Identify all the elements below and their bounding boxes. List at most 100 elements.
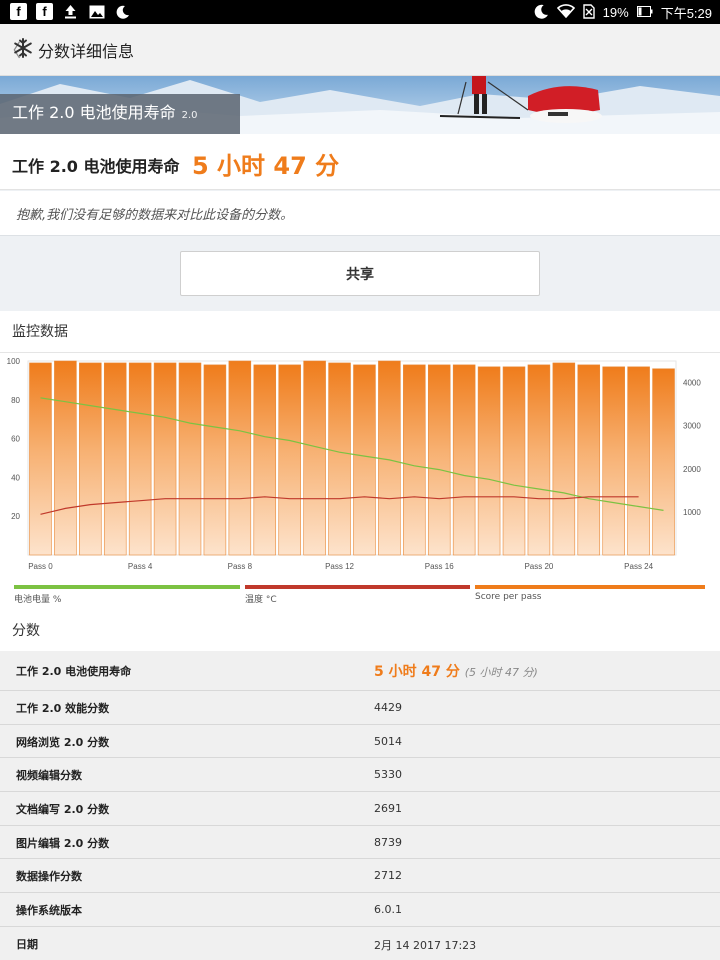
monitor-panel: 监控数据 20 40 60 80 100 1000 2000 3000 4000 Pass 0 Pa… [0, 311, 720, 960]
result-value: 5 小时 47 分 [192, 152, 340, 180]
table-row: 工作 2.0 效能分数 4429 [0, 691, 720, 725]
legend-temperature: 温度 °C [245, 585, 470, 605]
row-value: 5330 [374, 768, 402, 782]
table-row: 文档编写 2.0 分数 2691 [0, 792, 720, 826]
row-key: 日期 [16, 937, 38, 951]
row-key: 操作系统版本 [16, 904, 82, 918]
score-bar [577, 364, 601, 556]
table-row: 视频编辑分数 5330 [0, 758, 720, 793]
score-bar [552, 362, 576, 556]
facebook-notification-icon: f [10, 3, 27, 20]
battery-percent: 19% [602, 5, 629, 20]
score-bar [378, 360, 401, 556]
wifi-icon [556, 4, 575, 21]
y-right-tick-label: 4000 [683, 379, 701, 388]
moon-icon [114, 3, 131, 20]
monitor-chart: 20 40 60 80 100 1000 2000 3000 4000 Pass 0 Pass 4 P… [7, 357, 702, 571]
score-bar [353, 364, 376, 556]
score-bar [627, 366, 650, 556]
monitor-title: 监控数据 [12, 324, 68, 340]
score-bar [652, 368, 675, 556]
table-row: 网络浏览 2.0 分数 5014 [0, 724, 720, 759]
status-bar: f f 19% 下午5:29 [0, 0, 720, 24]
score-bar [403, 364, 426, 556]
row-key: 文档编写 2.0 分数 [16, 803, 110, 817]
y-left-tick-label: 20 [11, 512, 20, 521]
row-key: 工作 2.0 电池使用寿命 [16, 665, 132, 678]
score-bar [153, 362, 177, 556]
legend-battery: 电池电量 % [14, 585, 240, 605]
y-right-tick-label: 2000 [683, 465, 701, 474]
upload-icon [62, 3, 79, 20]
row-value: 5014 [374, 734, 402, 748]
row-value: 2712 [374, 869, 402, 883]
score-bar [203, 364, 227, 556]
score-bar [228, 360, 252, 556]
table-row: 工作 2.0 电池使用寿命 5 小时 47 分 (5 小时 47 分) [0, 651, 720, 691]
do-not-disturb-moon-icon [534, 4, 549, 22]
score-bar [128, 362, 152, 556]
table-row: 日期 2月 14 2017 17:23 [0, 926, 720, 960]
score-bar [477, 366, 501, 556]
table-row: 操作系统版本 6.0.1 [0, 893, 720, 927]
legend-score: Score per pass [475, 585, 705, 602]
test-banner: 工作 2.0 电池使用寿命 2.0 [0, 76, 720, 134]
row-value: 8739 [374, 835, 402, 849]
score-bar [103, 362, 127, 556]
x-tick-label: Pass 8 [228, 562, 253, 571]
y-left-tick-label: 100 [7, 357, 21, 366]
scores-table: 工作 2.0 电池使用寿命 5 小时 47 分 (5 小时 47 分) 工作 2… [0, 651, 720, 960]
comparison-notice: 抱歉,我们没有足够的数据来对比此设备的分数。 [0, 191, 720, 236]
score-bar [527, 364, 551, 556]
score-bar [303, 360, 326, 556]
score-bar [328, 362, 351, 556]
table-row: 数据操作分数 2712 [0, 859, 720, 894]
score-bar [178, 362, 202, 556]
table-row: 图片编辑 2.0 分数 8739 [0, 825, 720, 860]
no-sim-icon [582, 3, 595, 22]
x-tick-label: Pass 12 [325, 562, 354, 571]
result-summary: 工作 2.0 电池使用寿命 5 小时 47 分 [0, 134, 720, 190]
notice-text: 抱歉,我们没有足够的数据来对比此设备的分数。 [16, 208, 294, 223]
score-bar [452, 364, 476, 556]
legend-swatch [14, 585, 240, 589]
x-tick-label: Pass 24 [624, 562, 653, 571]
y-left-tick-label: 80 [11, 396, 20, 405]
score-bar [79, 362, 102, 556]
row-value: 2月 14 2017 17:23 [374, 938, 477, 952]
y-left-tick-label: 60 [11, 435, 20, 444]
row-value: 2691 [374, 802, 402, 816]
row-key: 数据操作分数 [16, 870, 82, 884]
snowflake-icon[interactable] [12, 37, 34, 59]
score-bar [253, 364, 277, 556]
legend-swatch [475, 585, 705, 589]
row-value: 6.0.1 [374, 903, 402, 917]
x-tick-label: Pass 4 [128, 562, 153, 571]
share-button[interactable]: 共享 [180, 251, 540, 296]
y-right-tick-label: 1000 [683, 508, 701, 517]
y-right-tick-label: 3000 [683, 422, 701, 431]
battery-icon [636, 5, 653, 21]
row-key: 工作 2.0 效能分数 [16, 702, 110, 715]
x-tick-label: Pass 0 [28, 562, 53, 571]
row-key: 视频编辑分数 [16, 769, 82, 783]
y-left-tick-label: 40 [11, 473, 20, 482]
row-key: 图片编辑 2.0 分数 [16, 836, 110, 850]
banner-title: 工作 2.0 电池使用寿命 2.0 [12, 103, 198, 122]
page-title: 分数详细信息 [38, 42, 135, 61]
legend-swatch [245, 585, 470, 589]
app-bar: 〈 分数详细信息 [0, 24, 720, 76]
result-label: 工作 2.0 电池使用寿命 [12, 157, 180, 176]
row-key: 网络浏览 2.0 分数 [16, 735, 110, 749]
scores-title: 分数 [12, 623, 40, 639]
score-bar [427, 364, 451, 556]
x-tick-label: Pass 20 [524, 562, 553, 571]
score-bar [54, 360, 77, 556]
row-value: 4429 [374, 701, 402, 714]
score-bar [278, 364, 301, 556]
image-icon [88, 3, 105, 20]
row-value: 5 小时 47 分 (5 小时 47 分) [374, 664, 538, 680]
score-bar [502, 366, 526, 556]
clock: 下午5:29 [660, 6, 712, 21]
score-bar [602, 366, 625, 556]
